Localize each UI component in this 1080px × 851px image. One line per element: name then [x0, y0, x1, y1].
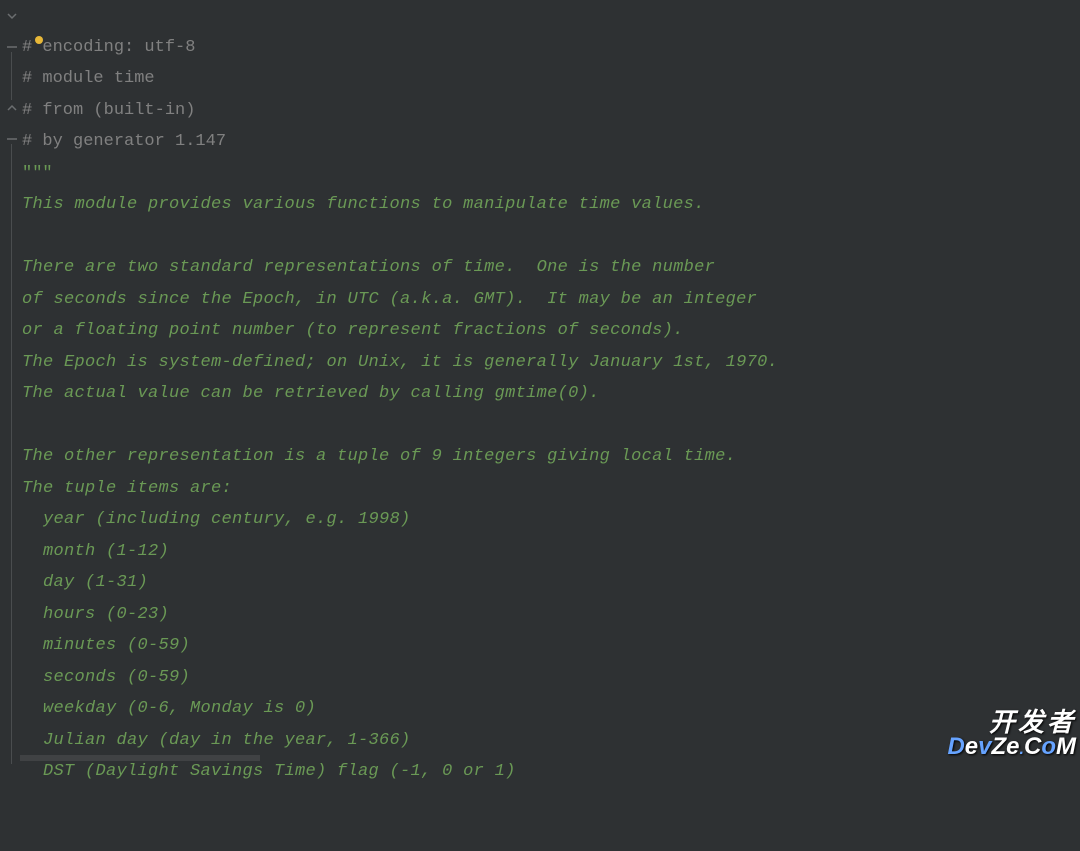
code-line: """: [22, 158, 1080, 190]
code-line: # from (built-in): [22, 95, 1080, 127]
gutter: [0, 0, 20, 761]
fold-line: [11, 52, 12, 100]
code-line: The Epoch is system-defined; on Unix, it…: [22, 347, 1080, 379]
code-line: There are two standard representations o…: [22, 252, 1080, 284]
fold-handle-icon[interactable]: [4, 8, 20, 24]
code-line: hours (0-23): [22, 599, 1080, 631]
code-line: The other representation is a tuple of 9…: [22, 441, 1080, 473]
code-line: # encoding: utf-8: [22, 32, 1080, 64]
fold-handle-icon[interactable]: [4, 131, 20, 147]
code-line: The actual value can be retrieved by cal…: [22, 378, 1080, 410]
code-line: [22, 410, 1080, 442]
code-line: [22, 221, 1080, 253]
code-line: The tuple items are:: [22, 473, 1080, 505]
code-line: weekday (0-6, Monday is 0): [22, 693, 1080, 725]
code-line: Julian day (day in the year, 1-366): [22, 725, 1080, 757]
code-line: of seconds since the Epoch, in UTC (a.k.…: [22, 284, 1080, 316]
code-line: seconds (0-59): [22, 662, 1080, 694]
fold-line: [11, 144, 12, 764]
code-line: This module provides various functions t…: [22, 189, 1080, 221]
code-line: month (1-12): [22, 536, 1080, 568]
code-text-area[interactable]: # encoding: utf-8# module time# from (bu…: [20, 0, 1080, 761]
fold-handle-icon[interactable]: [4, 100, 20, 116]
code-line: or a floating point number (to represent…: [22, 315, 1080, 347]
fold-handle-icon[interactable]: [4, 39, 20, 55]
code-editor[interactable]: # encoding: utf-8# module time# from (bu…: [0, 0, 1080, 761]
code-line: day (1-31): [22, 567, 1080, 599]
code-line: year (including century, e.g. 1998): [22, 504, 1080, 536]
horizontal-scrollbar[interactable]: [20, 755, 260, 761]
code-line: minutes (0-59): [22, 630, 1080, 662]
code-line: # module time: [22, 63, 1080, 95]
modified-indicator-icon: [35, 36, 43, 44]
code-line: # by generator 1.147: [22, 126, 1080, 158]
